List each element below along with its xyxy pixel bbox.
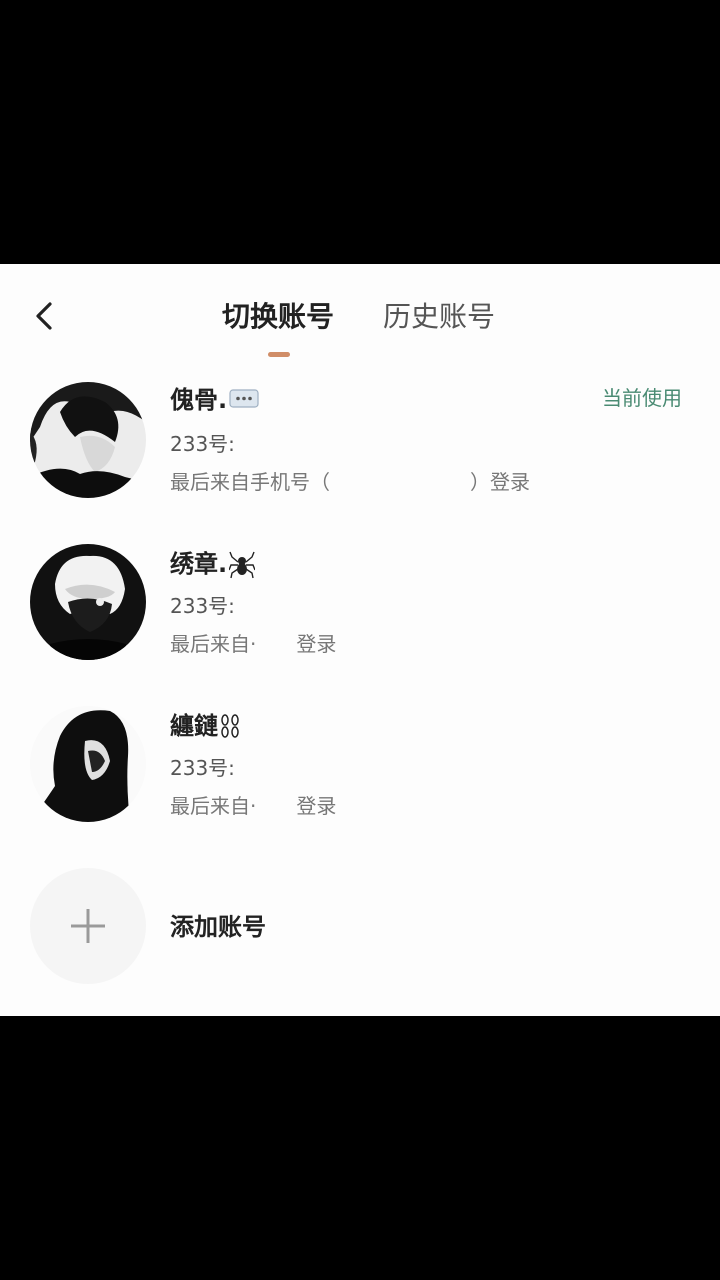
account-row[interactable]: 绣章. 233号: 最后来自· 登录 — [0, 542, 720, 672]
current-status-label: 当前使用 — [602, 386, 682, 410]
tab-switch-account[interactable]: 切换账号 — [222, 297, 334, 337]
last-login-info: 最后来自· 登录 — [170, 794, 337, 818]
last-login-info: 最后来自手机号（ ）登录 — [170, 470, 530, 494]
avatar — [30, 544, 146, 660]
account-uid: 233号: — [170, 432, 235, 456]
account-name: 纏鏈 — [170, 710, 240, 742]
speech-bubble-icon — [229, 389, 259, 408]
plus-icon — [71, 909, 105, 943]
chain-icon — [221, 714, 239, 738]
chevron-left-icon — [36, 302, 52, 330]
back-button[interactable] — [28, 300, 60, 332]
account-row[interactable]: 纏鏈 233号: 最后来自· 登录 — [0, 704, 720, 834]
avatar — [30, 706, 146, 822]
account-name: 绣章. — [170, 548, 256, 580]
account-name: 傀骨. — [170, 384, 259, 416]
account-row[interactable]: 傀骨. 233号: 最后来自手机号（ ）登录 当前使用 — [0, 380, 720, 510]
tab-history-account[interactable]: 历史账号 — [383, 297, 495, 337]
account-uid: 233号: — [170, 594, 235, 618]
add-account-button[interactable] — [30, 868, 146, 984]
active-tab-indicator — [268, 352, 290, 357]
last-login-info: 最后来自· 登录 — [170, 632, 337, 656]
add-account-label[interactable]: 添加账号 — [170, 910, 266, 944]
avatar — [30, 382, 146, 498]
spider-icon — [229, 551, 256, 579]
account-uid: 233号: — [170, 756, 235, 780]
